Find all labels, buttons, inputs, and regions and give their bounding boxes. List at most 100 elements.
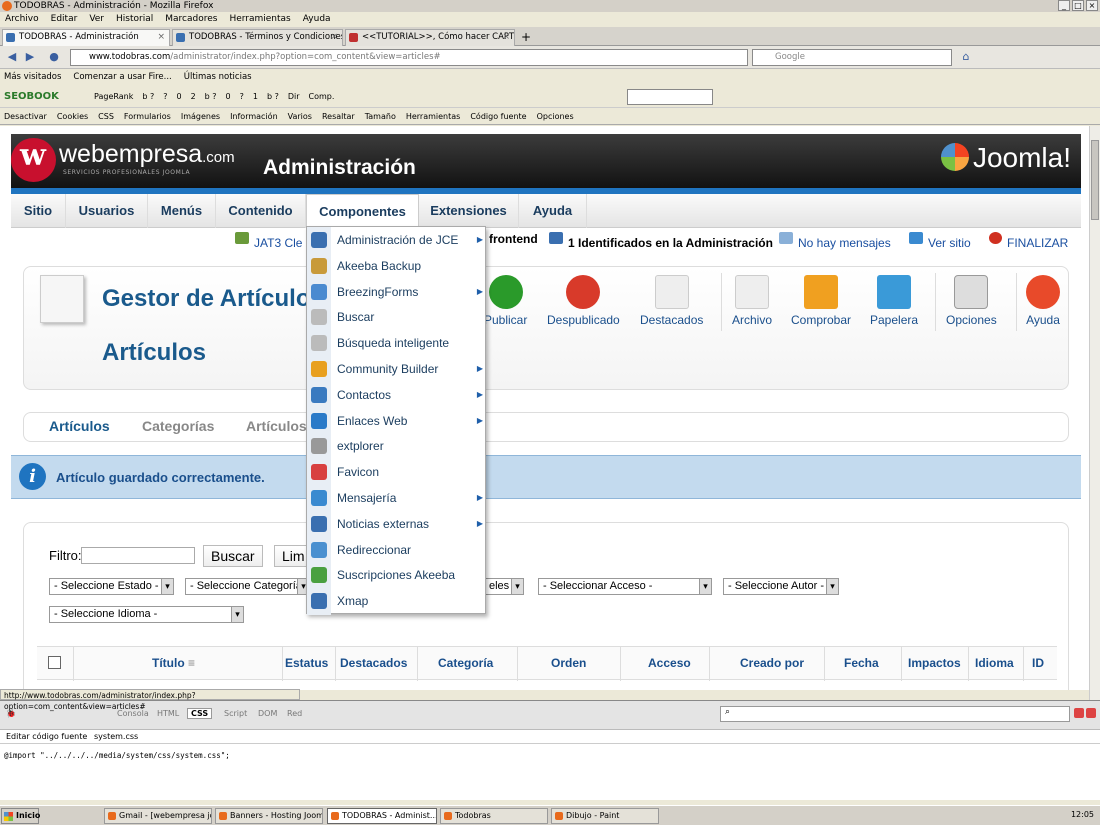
options-button[interactable]: Opciones <box>946 275 997 327</box>
dev-cookies[interactable]: Cookies <box>57 108 88 124</box>
help-button[interactable]: Ayuda <box>1026 275 1060 327</box>
component-item[interactable]: Favicon <box>307 459 487 485</box>
new-tab-button[interactable]: + <box>518 30 534 44</box>
menu-historial[interactable]: Historial <box>116 12 153 27</box>
bookmark-ultimas-noticias[interactable]: Últimas noticias <box>184 69 252 86</box>
seo-item[interactable]: ? <box>240 86 244 108</box>
component-item[interactable]: Enlaces Web ▶ <box>307 408 487 434</box>
language-select[interactable]: - Seleccione Idioma - <box>49 606 244 623</box>
url-bar[interactable]: www.todobras.com/administrator/index.php… <box>70 49 748 66</box>
seo-item[interactable]: 2 <box>191 86 196 108</box>
menu-extensiones[interactable]: Extensiones <box>419 194 519 228</box>
menu-ayuda-admin[interactable]: Ayuda <box>519 194 587 228</box>
messages-link[interactable]: No hay mensajes <box>779 232 891 250</box>
category-select[interactable]: - Seleccione Categoría - <box>185 578 310 595</box>
component-item[interactable]: Mensajería ▶ <box>307 485 487 511</box>
menu-sitio[interactable]: Sitio <box>11 194 66 228</box>
menu-usuarios[interactable]: Usuarios <box>66 194 148 228</box>
bookmark-mas-visitados[interactable]: Más visitados <box>4 69 61 86</box>
dev-opciones[interactable]: Opciones <box>537 108 574 124</box>
logout-link[interactable]: FINALIZAR <box>989 232 1068 250</box>
publish-button[interactable]: Publicar <box>484 275 527 327</box>
jat3-link[interactable]: JAT3 Cle <box>235 232 302 250</box>
select-all-checkbox[interactable] <box>48 656 61 669</box>
menu-ayuda[interactable]: Ayuda <box>303 12 331 27</box>
page-scrollbar[interactable] <box>1089 126 1100 700</box>
tab-terminos[interactable]: TODOBRAS - Términos y Condiciones × <box>172 29 343 46</box>
col-destacados[interactable]: Destacados <box>340 656 407 670</box>
edit-source-button[interactable]: Editar código fuente <box>6 730 87 744</box>
author-select[interactable]: - Seleccione Autor - <box>723 578 839 595</box>
menu-menus[interactable]: Menús <box>148 194 216 228</box>
menu-marcadores[interactable]: Marcadores <box>165 12 217 27</box>
tab-close-icon[interactable]: × <box>157 30 165 45</box>
seo-item[interactable]: b ? <box>142 86 154 108</box>
task-gmail[interactable]: Gmail - [webempresa joo... <box>104 808 212 824</box>
component-item[interactable]: Noticias externas ▶ <box>307 511 487 537</box>
fb-tab-red[interactable]: Red <box>287 709 302 718</box>
fb-tab-css[interactable]: CSS <box>187 708 213 719</box>
unpublish-button[interactable]: Despublicado <box>547 275 620 327</box>
task-paint[interactable]: Dibujo - Paint <box>551 808 659 824</box>
menu-editar[interactable]: Editar <box>51 12 78 27</box>
dev-resaltar[interactable]: Resaltar <box>322 108 355 124</box>
col-creado-por[interactable]: Creado por <box>740 656 804 670</box>
seo-pagerank[interactable]: PageRank <box>94 86 133 108</box>
tab-tutorial[interactable]: <<TUTORIAL>>, Cómo hacer CAPTURA... × <box>345 29 515 46</box>
dev-imagenes[interactable]: Imágenes <box>181 108 220 124</box>
col-acceso[interactable]: Acceso <box>648 656 691 670</box>
component-item[interactable]: Buscar <box>307 304 487 330</box>
seo-item[interactable]: b ? <box>267 86 279 108</box>
menu-contenido[interactable]: Contenido <box>216 194 306 228</box>
menu-componentes[interactable]: Componentes <box>306 194 419 228</box>
dev-codigo-fuente[interactable]: Código fuente <box>470 108 526 124</box>
maximize-button[interactable]: □ <box>1072 0 1084 11</box>
component-item[interactable]: Búsqueda inteligente <box>307 330 487 356</box>
close-button[interactable]: × <box>1086 0 1098 11</box>
dev-desactivar[interactable]: Desactivar <box>4 108 47 124</box>
component-item[interactable]: BreezingForms ▶ <box>307 279 487 305</box>
menu-archivo[interactable]: Archivo <box>5 12 39 27</box>
view-site-link[interactable]: Ver sitio <box>909 232 971 250</box>
component-item[interactable]: Administración de JCE ▶ <box>307 227 487 253</box>
col-titulo[interactable]: Título ≡ <box>152 656 195 670</box>
seo-search-input[interactable] <box>627 89 713 105</box>
col-estatus[interactable]: Estatus <box>285 656 328 670</box>
back-icon[interactable]: ◀ <box>4 50 20 65</box>
subtab-articulos-destacados[interactable]: Artículos <box>246 418 307 434</box>
scrollbar-thumb[interactable] <box>1091 140 1099 220</box>
archive-button[interactable]: Archivo <box>732 275 772 327</box>
component-item[interactable]: extplorer <box>307 433 487 459</box>
component-item[interactable]: Suscripciones Akeeba <box>307 562 487 588</box>
dev-varios[interactable]: Varios <box>288 108 312 124</box>
seo-dir[interactable]: Dir <box>288 86 300 108</box>
dev-formularios[interactable]: Formularios <box>124 108 171 124</box>
component-item[interactable]: Xmap <box>307 588 487 614</box>
level-select[interactable]: eles - <box>484 578 524 595</box>
fb-tab-html[interactable]: HTML <box>157 709 179 718</box>
tab-admin[interactable]: TODOBRAS - Administración × <box>2 29 170 46</box>
stop-icon[interactable]: ● <box>46 50 62 65</box>
fb-tab-dom[interactable]: DOM <box>258 709 277 718</box>
tab-close-icon[interactable]: × <box>330 30 338 45</box>
dev-css[interactable]: CSS <box>98 108 114 124</box>
menu-ver[interactable]: Ver <box>89 12 104 27</box>
task-todobras-admin[interactable]: TODOBRAS - Administ... <box>327 808 437 824</box>
minimize-button[interactable]: _ <box>1058 0 1070 11</box>
seo-comp[interactable]: Comp. <box>309 86 335 108</box>
col-impactos[interactable]: Impactos <box>908 656 961 670</box>
dev-herramientas[interactable]: Herramientas <box>406 108 461 124</box>
col-id[interactable]: ID <box>1032 656 1044 670</box>
col-idioma[interactable]: Idioma <box>975 656 1014 670</box>
home-icon[interactable]: ⌂ <box>958 50 974 65</box>
forward-icon[interactable]: ▶ <box>22 50 38 65</box>
fb-tab-script[interactable]: Script <box>224 709 247 718</box>
menu-herramientas[interactable]: Herramientas <box>229 12 290 27</box>
access-select[interactable]: - Seleccionar Acceso - <box>538 578 712 595</box>
task-banners[interactable]: Banners - Hosting Jooml... <box>215 808 323 824</box>
css-file-select[interactable]: system.css <box>94 730 138 744</box>
component-item[interactable]: Community Builder ▶ <box>307 356 487 382</box>
col-fecha[interactable]: Fecha <box>844 656 879 670</box>
fb-minimize-icon[interactable] <box>1074 708 1084 718</box>
seo-item[interactable]: 0 <box>176 86 181 108</box>
